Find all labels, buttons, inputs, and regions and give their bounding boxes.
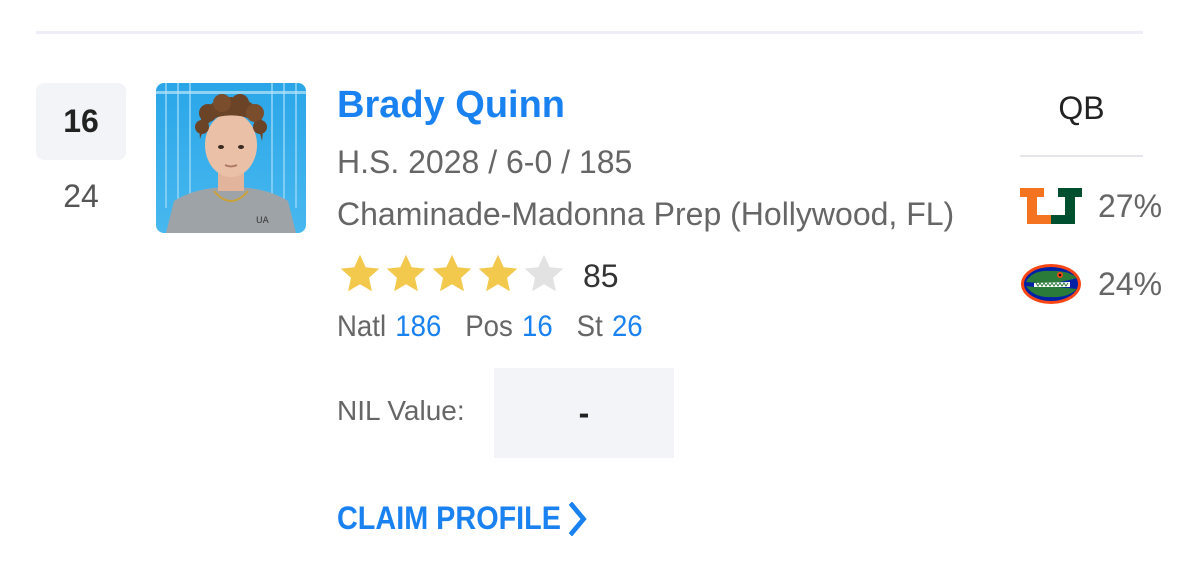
star-filled-icon bbox=[478, 254, 518, 292]
nil-value-label: NIL Value: bbox=[337, 395, 465, 426]
pos-rank-label: Pos bbox=[465, 310, 513, 343]
player-headshot-image: UA bbox=[156, 83, 306, 233]
rating-score: 85 bbox=[583, 258, 619, 294]
player-position: QB bbox=[1058, 90, 1105, 126]
player-school: Chaminade-Madonna Prep (Hollywood, FL) bbox=[337, 196, 955, 232]
claim-profile-label: CLAIM PROFILE bbox=[337, 500, 561, 536]
player-bio: H.S. 2028 / 6-0 / 185 bbox=[337, 144, 633, 180]
player-name-link[interactable]: Brady Quinn bbox=[337, 84, 565, 127]
prediction-percent: 27% bbox=[1098, 187, 1163, 224]
florida-gator-logo-icon bbox=[1021, 264, 1081, 304]
claim-profile-link[interactable]: CLAIM PROFILE bbox=[337, 500, 588, 537]
current-rank: 16 bbox=[36, 83, 126, 160]
pos-rank-value[interactable]: 16 bbox=[522, 310, 553, 343]
natl-rank-label: Natl bbox=[337, 310, 387, 343]
prediction-miami[interactable]: 27% bbox=[1020, 184, 1175, 228]
stars-container bbox=[337, 252, 567, 301]
player-photo[interactable]: UA bbox=[156, 83, 306, 233]
chevron-right-icon bbox=[568, 501, 587, 536]
position-divider bbox=[1020, 155, 1143, 157]
svg-text:UA: UA bbox=[256, 216, 270, 226]
previous-rank: 24 bbox=[63, 178, 99, 214]
star-filled-icon bbox=[386, 254, 426, 292]
star-empty-icon bbox=[524, 254, 564, 292]
rankings-row: Natl 186 Pos 16 St 26 bbox=[337, 310, 643, 344]
prediction-percent: 24% bbox=[1098, 265, 1163, 302]
star-rating: 85 bbox=[337, 252, 619, 301]
star-filled-icon bbox=[340, 254, 380, 292]
star-filled-icon bbox=[432, 254, 472, 292]
prediction-florida[interactable]: 24% bbox=[1020, 262, 1175, 306]
nil-value: - bbox=[494, 368, 674, 458]
miami-u-logo-icon bbox=[1020, 188, 1082, 224]
top-divider bbox=[36, 31, 1143, 34]
prospect-card: 16 24 UA Brady Quinn H.S. 2028 / 6-0 / 1… bbox=[0, 0, 1179, 571]
natl-rank-value[interactable]: 186 bbox=[395, 310, 441, 343]
state-rank-label: St bbox=[576, 310, 603, 343]
state-rank-value[interactable]: 26 bbox=[612, 310, 643, 343]
